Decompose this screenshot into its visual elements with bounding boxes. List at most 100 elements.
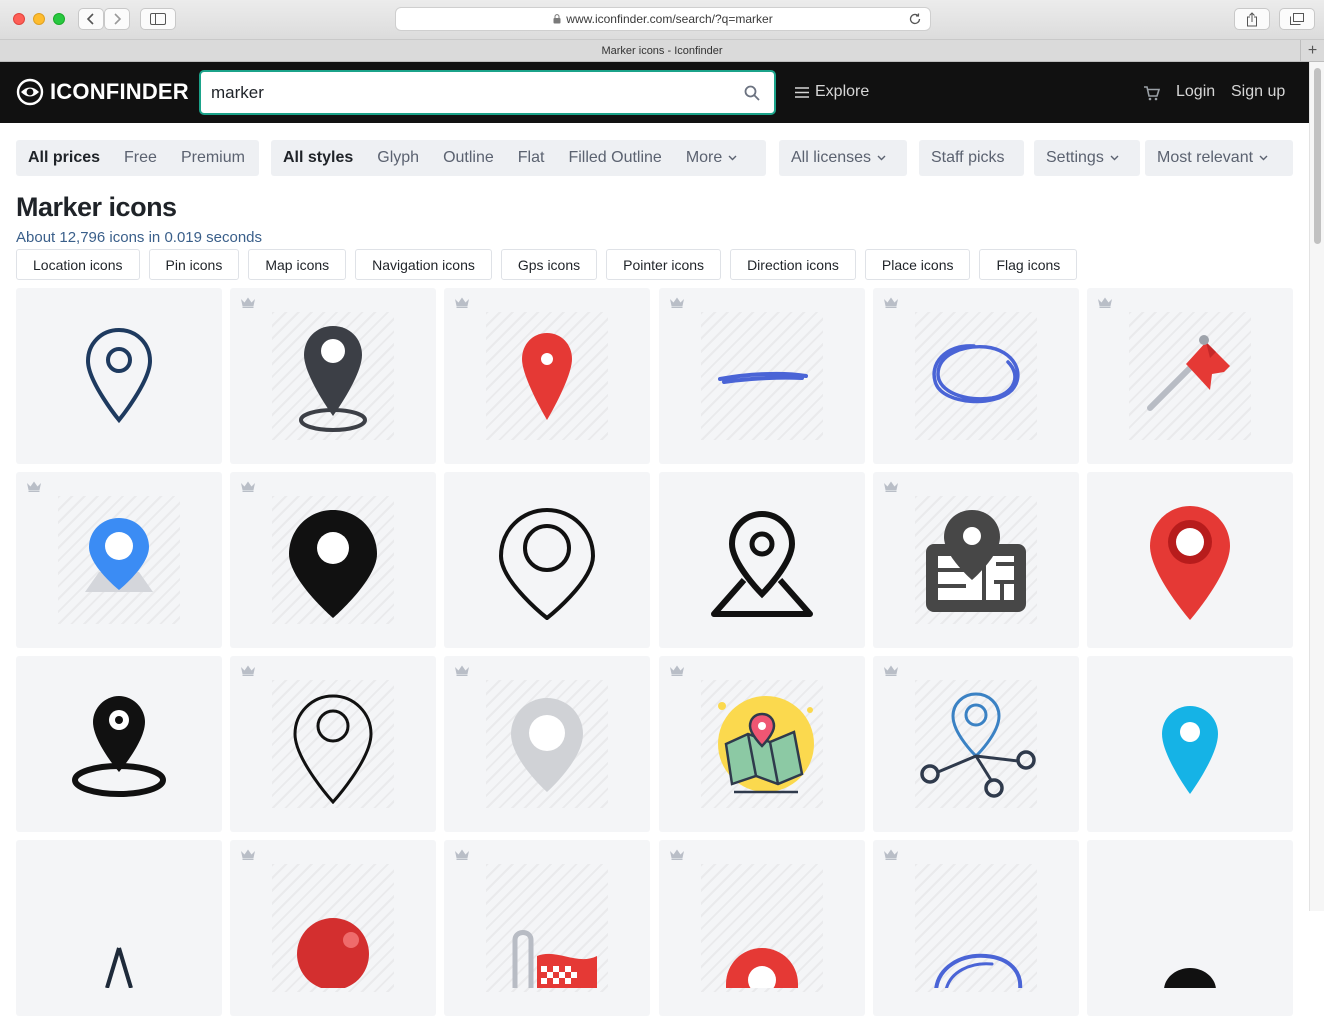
icon-card[interactable] bbox=[1087, 840, 1293, 1016]
price-filter: All prices Free Premium bbox=[16, 140, 259, 176]
red-ball-pushpin-icon bbox=[297, 918, 369, 988]
related-direction[interactable]: Direction icons bbox=[730, 249, 856, 280]
search-icon[interactable] bbox=[744, 85, 760, 101]
search-input[interactable] bbox=[211, 72, 731, 113]
sort-item: Most relevant bbox=[1145, 149, 1280, 167]
close-window-button[interactable] bbox=[13, 13, 25, 25]
icon-card[interactable] bbox=[1087, 656, 1293, 832]
compass-point-icon bbox=[105, 947, 133, 988]
logo[interactable]: ICONFINDER bbox=[16, 78, 189, 106]
tab-title[interactable]: Marker icons - Iconfinder bbox=[601, 45, 722, 57]
eye-logo-icon bbox=[16, 78, 44, 106]
page-scrollbar[interactable] bbox=[1309, 62, 1324, 911]
related-flag[interactable]: Flag icons bbox=[979, 249, 1078, 280]
icon-card[interactable] bbox=[659, 840, 865, 1016]
more-label: More bbox=[685, 149, 723, 166]
icon-card[interactable] bbox=[873, 288, 1079, 464]
back-button[interactable] bbox=[78, 8, 104, 30]
filter-free[interactable]: Free bbox=[112, 149, 169, 167]
icon-card[interactable] bbox=[659, 288, 865, 464]
related-gps[interactable]: Gps icons bbox=[500, 249, 598, 280]
icon-card[interactable] bbox=[444, 840, 650, 1016]
icon-card[interactable] bbox=[659, 472, 865, 648]
icon-card[interactable] bbox=[659, 656, 865, 832]
license-filter[interactable]: All licenses bbox=[779, 140, 907, 176]
related-pointer[interactable]: Pointer icons bbox=[606, 249, 722, 280]
icon-card[interactable] bbox=[873, 472, 1079, 648]
pin-with-ring-icon bbox=[299, 326, 367, 432]
share-button[interactable] bbox=[1234, 8, 1270, 30]
staff-picks-filter[interactable]: Staff picks bbox=[919, 140, 1024, 176]
black-pin-partial-icon bbox=[1164, 968, 1216, 988]
filter-all-prices[interactable]: All prices bbox=[16, 149, 112, 167]
premium-crown-icon bbox=[884, 849, 898, 860]
icon-card[interactable] bbox=[16, 840, 222, 1016]
settings-item: Settings bbox=[1034, 149, 1131, 167]
icon-card[interactable] bbox=[16, 656, 222, 832]
premium-crown-icon bbox=[884, 481, 898, 492]
scrollbar-thumb[interactable] bbox=[1314, 68, 1321, 244]
icon-card[interactable] bbox=[1087, 288, 1293, 464]
plus-icon: + bbox=[1307, 41, 1318, 59]
minimize-window-button[interactable] bbox=[33, 13, 45, 25]
icon-card[interactable] bbox=[230, 840, 436, 1016]
signup-link[interactable]: Sign up bbox=[1231, 83, 1285, 101]
icon-card[interactable] bbox=[230, 656, 436, 832]
premium-crown-icon bbox=[884, 297, 898, 308]
page-title: Marker icons bbox=[16, 192, 177, 222]
premium-crown-icon bbox=[27, 481, 41, 492]
icon-card[interactable] bbox=[16, 288, 222, 464]
address-bar[interactable]: www.iconfinder.com/search/?q=marker bbox=[395, 7, 931, 31]
icon-card[interactable] bbox=[16, 472, 222, 648]
site-header: ICONFINDER Explore Login Sign up bbox=[0, 62, 1309, 123]
explore-menu[interactable]: Explore bbox=[795, 83, 869, 101]
icon-card[interactable] bbox=[444, 288, 650, 464]
related-pin[interactable]: Pin icons bbox=[148, 249, 240, 280]
blue-circle-scribble-icon bbox=[932, 344, 1020, 404]
cyan-pin-icon bbox=[1162, 706, 1218, 794]
explore-label: Explore bbox=[815, 83, 870, 100]
premium-crown-icon bbox=[670, 297, 684, 308]
new-tab-button[interactable]: + bbox=[1300, 40, 1324, 61]
premium-crown-icon bbox=[455, 665, 469, 676]
icon-card[interactable] bbox=[230, 472, 436, 648]
icon-card[interactable] bbox=[230, 288, 436, 464]
black-pin-with-ellipse-icon bbox=[72, 696, 166, 797]
map-with-pin-illustration-icon bbox=[718, 696, 814, 794]
cart-icon[interactable] bbox=[1144, 86, 1160, 101]
zoom-window-button[interactable] bbox=[53, 13, 65, 25]
filter-premium[interactable]: Premium bbox=[169, 149, 257, 167]
filter-more-dropdown[interactable]: More bbox=[674, 149, 749, 167]
premium-crown-icon bbox=[455, 849, 469, 860]
pin-network-icon bbox=[920, 692, 1036, 798]
login-link[interactable]: Login bbox=[1176, 83, 1215, 101]
icon-card[interactable] bbox=[444, 472, 650, 648]
filter-all-styles[interactable]: All styles bbox=[271, 149, 365, 167]
reload-icon[interactable] bbox=[908, 12, 922, 26]
related-location[interactable]: Location icons bbox=[16, 249, 140, 280]
icon-card[interactable] bbox=[444, 656, 650, 832]
pin-on-triangle-icon bbox=[711, 510, 813, 617]
settings-dropdown[interactable]: Settings bbox=[1034, 140, 1140, 176]
filter-filled-outline[interactable]: Filled Outline bbox=[556, 149, 673, 167]
icon-card[interactable] bbox=[873, 656, 1079, 832]
forward-button[interactable] bbox=[104, 8, 130, 30]
icon-card[interactable] bbox=[873, 840, 1079, 1016]
tabs-overview-button[interactable] bbox=[1279, 8, 1315, 30]
filter-glyph[interactable]: Glyph bbox=[365, 149, 431, 167]
related-map[interactable]: Map icons bbox=[248, 249, 347, 280]
icon-card[interactable] bbox=[1087, 472, 1293, 648]
sort-label: Most relevant bbox=[1157, 149, 1254, 166]
outline-pin-icon bbox=[85, 327, 153, 424]
menu-icon bbox=[795, 86, 809, 98]
search-box[interactable] bbox=[199, 70, 776, 115]
filter-outline[interactable]: Outline bbox=[431, 149, 506, 167]
premium-crown-icon bbox=[455, 297, 469, 308]
related-place[interactable]: Place icons bbox=[864, 249, 971, 280]
sidebar-toggle-button[interactable] bbox=[140, 8, 176, 30]
sort-dropdown[interactable]: Most relevant bbox=[1145, 140, 1293, 176]
chevron-right-icon bbox=[114, 13, 122, 25]
related-navigation[interactable]: Navigation icons bbox=[355, 249, 492, 280]
black-pin-icon bbox=[289, 510, 377, 618]
filter-flat[interactable]: Flat bbox=[506, 149, 557, 167]
